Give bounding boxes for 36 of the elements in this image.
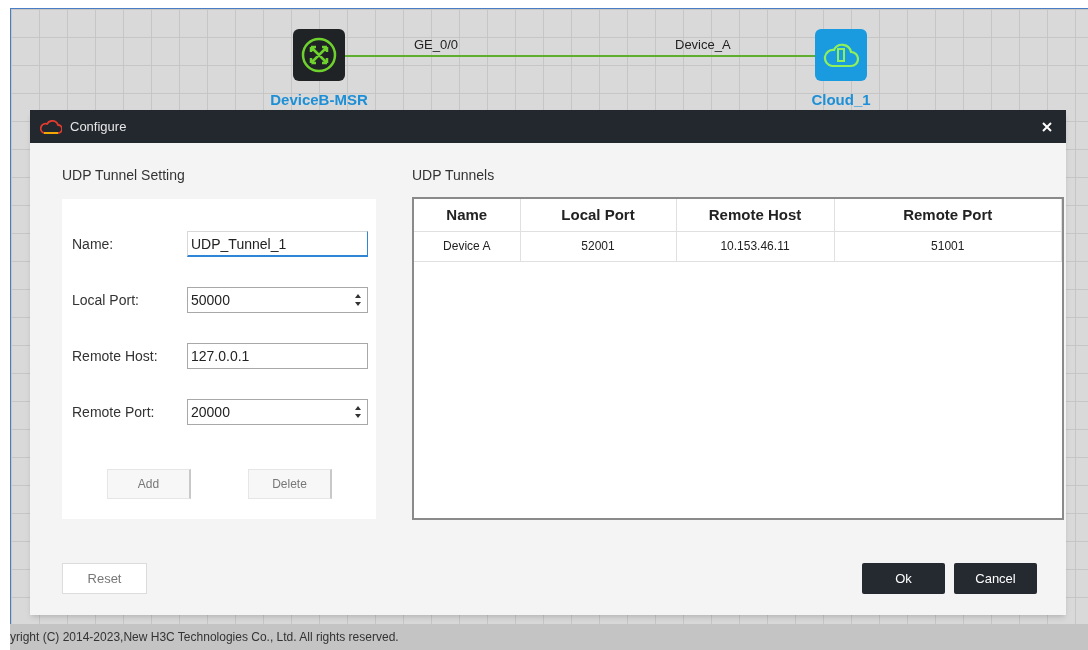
spinner-icon — [352, 292, 364, 308]
cloud-node[interactable] — [815, 29, 867, 81]
input-field[interactable]: 127.0.0.1 — [187, 343, 368, 369]
spin-field[interactable]: 50000 — [187, 287, 368, 313]
router-icon — [300, 36, 338, 74]
spinner-icon — [352, 404, 364, 420]
node-label: DeviceB-MSR — [269, 90, 369, 110]
reset-button[interactable]: Reset — [62, 563, 147, 594]
panel-button[interactable]: Add — [107, 469, 191, 499]
cloud-icon — [40, 119, 62, 134]
node-label: Cloud_1 — [810, 90, 872, 110]
column-header: Name — [414, 199, 520, 231]
input-field[interactable]: UDP_Tunnel_1 — [187, 231, 368, 257]
table-cell: 51001 — [834, 231, 1062, 261]
table-cell: 10.153.46.11 — [676, 231, 834, 261]
section-heading: UDP Tunnels — [412, 166, 496, 185]
dialog-button[interactable]: Cancel — [954, 563, 1037, 594]
field-label: Remote Port: — [72, 402, 156, 422]
copyright-text: yright (C) 2014-2023,New H3C Technologies Co., Ltd. All rights reserved. — [10, 629, 399, 646]
field-label: Remote Host: — [72, 346, 159, 366]
column-header: Local Port — [520, 199, 676, 231]
close-icon — [1042, 121, 1052, 132]
panel-button[interactable]: Delete — [248, 469, 332, 499]
table-cell: Device A — [414, 231, 520, 261]
link-label: GE_0/0 — [414, 38, 459, 51]
column-header: Remote Host — [676, 199, 834, 231]
field-label: Local Port: — [72, 290, 140, 310]
dialog-title: Configure — [70, 117, 128, 136]
link-label: Device_A — [675, 38, 731, 51]
field-label: Name: — [72, 234, 115, 254]
router-node[interactable] — [293, 29, 345, 81]
column-header: Remote Port — [834, 199, 1062, 231]
spin-field[interactable]: 20000 — [187, 399, 368, 425]
dialog-button[interactable]: Ok — [862, 563, 945, 594]
section-heading: UDP Tunnel Setting — [62, 166, 186, 185]
table-cell: 52001 — [520, 231, 676, 261]
